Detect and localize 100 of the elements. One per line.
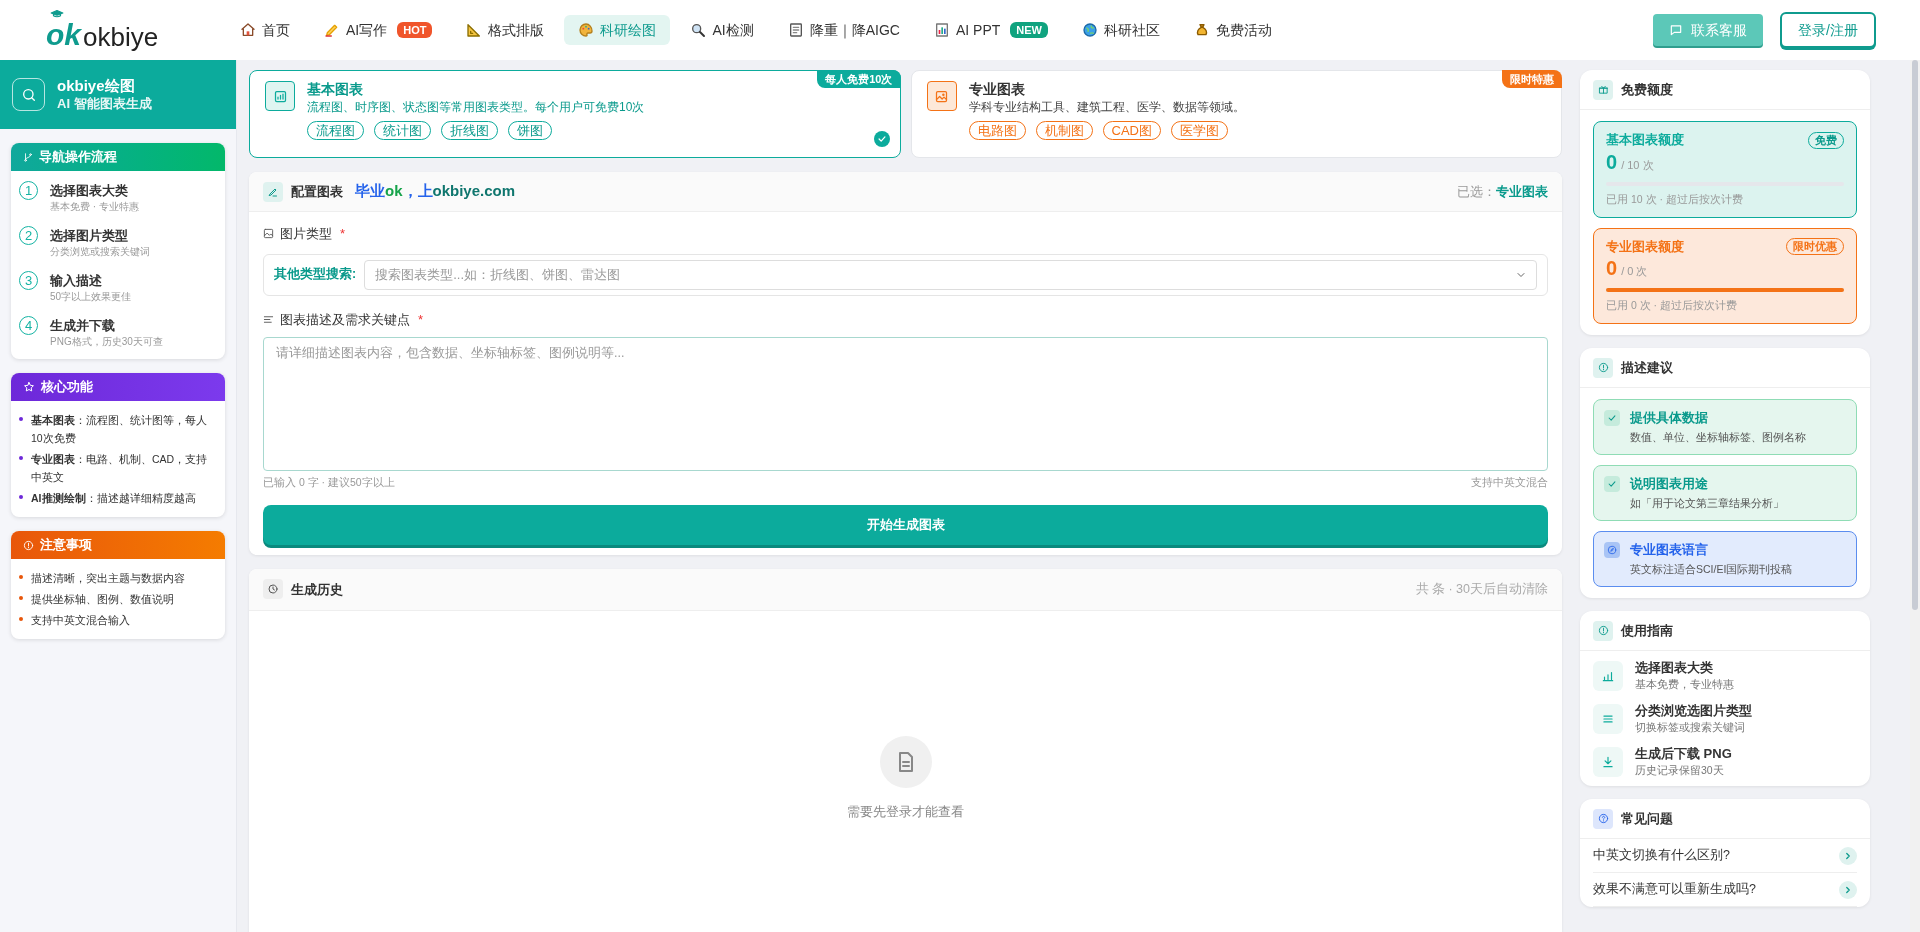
palette-icon xyxy=(578,22,595,38)
card-description: 学科专业结构工具、建筑工程、医学、数据等领域。 xyxy=(968,99,1245,115)
type-search-select[interactable]: 搜索图表类型...如：折线图、饼图、雷达图 xyxy=(364,259,1537,290)
sidebar-title: okbiye绘图 xyxy=(57,77,136,96)
panel-title: 生成历史 xyxy=(291,580,343,599)
step-title: 生成并下载 xyxy=(50,317,116,335)
glyph-drawing xyxy=(1601,754,1615,769)
image-icon xyxy=(263,228,274,240)
guide-description: 基本免费，专业特惠 xyxy=(1635,677,1734,692)
hint-text: 支持中英文混合 xyxy=(1471,475,1548,490)
chevron-drawing xyxy=(1843,850,1853,861)
chart-type-card[interactable]: 基本图表 流程图、时序图、状态图等常用图表类型。每个用户可免费10次 流程图 统计图 折线图 饼图 每人免费10次 xyxy=(249,70,901,158)
bullet-text: 提供坐标轴、图例、数值说明 xyxy=(31,592,174,607)
slogan: 毕业ok，上okbiye.com xyxy=(355,181,516,202)
ruler-icon xyxy=(466,22,483,38)
step-description: 50字以上效果更佳 xyxy=(50,290,132,304)
question-drawing xyxy=(1597,813,1609,824)
nav-link[interactable]: AI检测 xyxy=(676,15,768,45)
info-drawing xyxy=(1597,362,1609,373)
step-description: 基本免费 · 专业特惠 xyxy=(50,200,139,214)
description-textarea[interactable]: 请详细描述图表内容，包含数据、坐标轴标签、图例说明等... xyxy=(263,337,1548,471)
nav-link[interactable]: 免费活动 xyxy=(1179,15,1286,45)
quota-title: 专业图表额度 xyxy=(1606,238,1684,256)
house-icon xyxy=(240,22,256,38)
selected-value: 专业图表 xyxy=(1496,182,1548,201)
nav-link[interactable]: 科研绘图 xyxy=(564,15,671,45)
guide-description: 切换标签或搜索关键词 xyxy=(1635,720,1746,735)
login-button[interactable]: 登录/注册 xyxy=(1780,12,1876,48)
bar-chart-icon xyxy=(933,22,950,38)
bullet-text: 支持中英文混合输入 xyxy=(31,613,130,628)
nav-link[interactable]: AI写作 HOT xyxy=(310,15,447,45)
nav-link[interactable]: AI PPT NEW xyxy=(919,15,1062,45)
faq-item[interactable]: 中英文切换有什么区别? xyxy=(1593,839,1857,873)
guide-title: 选择图表大类 xyxy=(1635,659,1714,677)
card-title: 使用指南 xyxy=(1621,621,1673,640)
logo[interactable]: okokbiye xyxy=(46,10,159,50)
corner-ribbon: 限时特惠 xyxy=(1502,70,1562,88)
character-counter: 已输入 0 字 · 建议50字以上 xyxy=(263,475,395,490)
scrollbar-thumb[interactable] xyxy=(1912,60,1918,610)
contact-service-button[interactable]: 联系客服 xyxy=(1653,14,1764,46)
guide-title: 生成后下载 PNG xyxy=(1635,745,1732,763)
generate-button[interactable]: 开始生成图表 xyxy=(263,504,1548,545)
empty-message: 需要先登录才能查看 xyxy=(847,803,964,821)
lines-icon xyxy=(263,313,274,325)
quota-note: 已用 10 次 · 超过后按次计费 xyxy=(1606,191,1744,207)
card-title: 导航操作流程 xyxy=(39,148,117,167)
card-title: 核心功能 xyxy=(41,378,93,397)
info-drawing xyxy=(1597,625,1609,636)
tip-title: 提供具体数据 xyxy=(1630,409,1709,427)
card-description: 流程图、时序图、状态图等常用图表类型。每个用户可免费10次 xyxy=(307,99,645,115)
faq-item[interactable]: 效果不满意可以重新生成吗? xyxy=(1593,873,1857,907)
tip-description: 数值、单位、坐标轴标签、图例名称 xyxy=(1630,430,1806,445)
chart-type-card[interactable]: 专业图表 学科专业结构工具、建筑工程、医学、数据等领域。 电路图 机制图 CAD图 医学图 限时特惠 xyxy=(910,70,1562,158)
document-icon xyxy=(787,22,804,38)
corner-ribbon: 每人免费10次 xyxy=(817,70,901,88)
nav-badge: NEW xyxy=(1010,22,1048,38)
bullet-text: 基本图表：流程图、统计图等，每人10次免费 xyxy=(31,413,208,446)
tip-description: 英文标注适合SCI/EI国际期刊投稿 xyxy=(1630,562,1793,577)
branch-icon xyxy=(23,151,33,163)
guide-title: 分类浏览选图片类型 xyxy=(1635,702,1752,720)
required-mark: * xyxy=(418,310,424,329)
card-title: 描述建议 xyxy=(1621,358,1673,377)
tip-description: 如「用于论文第三章结果分析」 xyxy=(1630,496,1784,511)
history-meta: 共 条 · 30天后自动清除 xyxy=(1415,580,1548,598)
step-description: PNG格式，历史30天可查 xyxy=(50,335,163,349)
chevron-drawing xyxy=(1843,884,1853,895)
card-title: 专业图表 xyxy=(968,80,1026,99)
quota-count: 0 xyxy=(1606,149,1618,174)
faq-question: 效果不满意可以重新生成吗? xyxy=(1593,881,1756,899)
nav-link[interactable]: 降重｜降AIGC xyxy=(773,15,914,45)
gift-icon xyxy=(1597,84,1609,95)
panel-title: 配置图表 xyxy=(291,182,343,201)
nav-link[interactable]: 格式排版 xyxy=(452,15,559,45)
bullet-icon xyxy=(19,456,23,460)
tip-title: 说明图表用途 xyxy=(1630,475,1709,493)
globe-icon xyxy=(1081,22,1098,38)
field-label: 图表描述及需求关键点 xyxy=(280,310,410,329)
card-title: 基本图表 xyxy=(307,80,364,99)
bullet-icon xyxy=(19,495,23,499)
sidebar-subtitle: AI 智能图表生成 xyxy=(57,95,152,112)
bullet-icon xyxy=(19,417,23,421)
step-title: 输入描述 xyxy=(50,272,103,290)
scrollbar[interactable] xyxy=(1910,60,1920,932)
search-label: 其他类型搜索: xyxy=(274,266,357,284)
chat-icon xyxy=(1669,23,1684,37)
step-description: 分类浏览或搜索关键词 xyxy=(50,245,150,259)
image-frame-drawing xyxy=(934,88,949,104)
nav-link[interactable]: 首页 xyxy=(226,15,304,45)
quota-count: 0 xyxy=(1606,256,1618,281)
brand-name: okbiye xyxy=(83,24,159,50)
quota-total: / 0 次 xyxy=(1621,264,1648,280)
tip-title: 专业图表语言 xyxy=(1630,541,1709,559)
nav-link[interactable]: 科研社区 xyxy=(1067,15,1174,45)
quota-note: 已用 0 次 · 超过后按次计费 xyxy=(1606,298,1738,314)
step-title: 选择图表大类 xyxy=(50,182,129,200)
bullet-icon xyxy=(19,596,23,600)
faq-question: 中英文切换有什么区别? xyxy=(1593,847,1730,865)
nav-badge: HOT xyxy=(397,22,433,38)
bullet-icon xyxy=(19,617,23,621)
bullet-text: 专业图表：电路、机制、CAD，支持中英文 xyxy=(31,452,209,485)
